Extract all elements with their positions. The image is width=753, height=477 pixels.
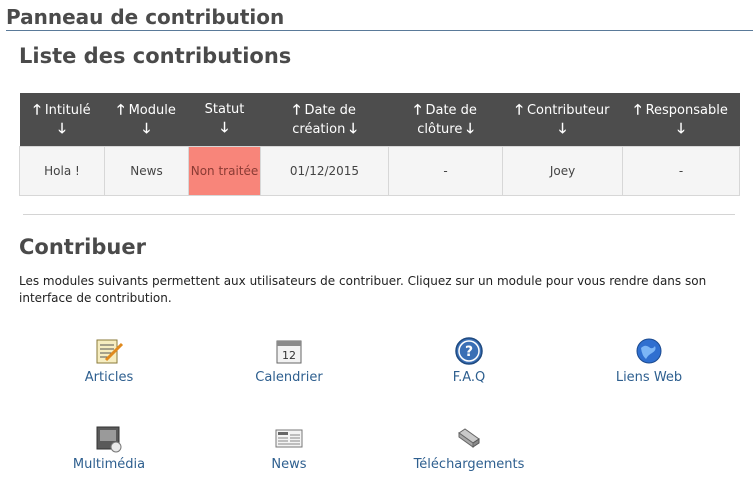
column-header-status: Statut 🡓 <box>188 93 261 147</box>
module-multimedia[interactable]: Multimédia <box>39 423 179 472</box>
contributions-list-title: Liste des contributions <box>19 44 292 68</box>
newspaper-icon <box>275 429 303 448</box>
svg-text:?: ? <box>465 344 473 360</box>
module-articles[interactable]: Articles <box>39 336 179 385</box>
panel-title: Panneau de contribution <box>6 5 753 31</box>
sort-descending-icon[interactable]: 🡓 <box>349 121 356 137</box>
sort-ascending-icon[interactable]: 🡑 <box>293 102 300 118</box>
contributor-link[interactable]: Joey <box>502 146 623 196</box>
module-web-links[interactable]: Liens Web <box>579 336 719 385</box>
help-icon: ? <box>455 337 483 365</box>
contribution-closing-date: - <box>388 146 503 196</box>
contributions-table: 🡑 Intitulé 🡓 🡑 Module 🡓 Statut 🡓 🡑 Date … <box>19 93 740 196</box>
module-calendar[interactable]: 12 Calendrier <box>219 336 359 385</box>
contribution-creation-date: 01/12/2015 <box>260 146 389 196</box>
status-badge: Non traitée <box>188 146 261 196</box>
contribution-manager: - <box>622 146 740 196</box>
sort-ascending-icon[interactable]: 🡑 <box>634 102 641 118</box>
column-header-manager[interactable]: 🡑 Responsable 🡓 <box>622 93 740 147</box>
sort-descending-icon[interactable]: 🡓 <box>143 121 150 137</box>
contribute-description: Les modules suivants permettent aux util… <box>19 274 707 305</box>
column-header-contributor[interactable]: 🡑 Contributeur 🡓 <box>502 93 623 147</box>
module-news[interactable]: News <box>219 423 359 472</box>
column-header-creation-date[interactable]: 🡑 Date de création 🡓 <box>260 93 389 147</box>
sort-ascending-icon[interactable]: 🡑 <box>414 102 421 118</box>
globe-icon <box>636 338 662 364</box>
sort-descending-icon[interactable]: 🡓 <box>221 120 228 136</box>
contribute-title: Contribuer <box>19 235 146 259</box>
download-icon <box>458 428 480 448</box>
media-icon <box>96 426 122 453</box>
sort-descending-icon[interactable]: 🡓 <box>466 121 473 137</box>
article-icon <box>96 339 124 364</box>
module-downloads[interactable]: Téléchargements <box>399 423 539 472</box>
table-header-row: 🡑 Intitulé 🡓 🡑 Module 🡓 Statut 🡓 🡑 Date … <box>19 93 740 147</box>
sort-descending-icon[interactable]: 🡓 <box>58 121 65 137</box>
sort-descending-icon[interactable]: 🡓 <box>677 121 684 137</box>
svg-text:12: 12 <box>282 349 296 362</box>
contribution-module: News <box>104 146 189 196</box>
sort-ascending-icon[interactable]: 🡑 <box>117 102 124 118</box>
column-header-title[interactable]: 🡑 Intitulé 🡓 <box>19 93 105 147</box>
sort-ascending-icon[interactable]: 🡑 <box>33 102 40 118</box>
column-header-module[interactable]: 🡑 Module 🡓 <box>104 93 189 147</box>
calendar-icon: 12 <box>276 340 302 364</box>
sort-descending-icon[interactable]: 🡓 <box>559 121 566 137</box>
column-header-closing-date[interactable]: 🡑 Date de clôture 🡓 <box>388 93 503 147</box>
section-divider <box>23 214 735 215</box>
module-faq[interactable]: ? F.A.Q <box>399 336 539 385</box>
sort-ascending-icon[interactable]: 🡑 <box>516 102 523 118</box>
table-row: Hola ! News Non traitée 01/12/2015 - Joe… <box>19 146 740 196</box>
contribution-title-link[interactable]: Hola ! <box>19 146 105 196</box>
